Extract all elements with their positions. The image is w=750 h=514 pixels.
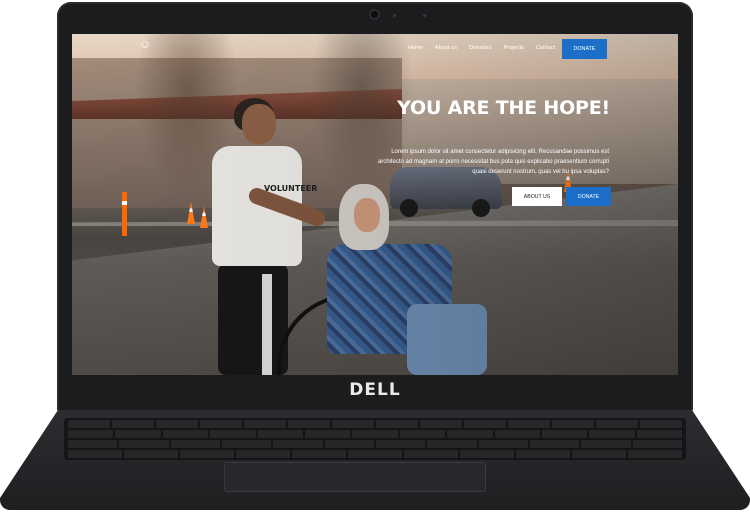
laptop-screen: ☺ Home About us Donators Projects Contac… [72,34,678,375]
sensor-dot-left [393,14,396,17]
nav-item-projects[interactable]: Projects [504,45,524,51]
nav-item-donators[interactable]: Donators [469,45,492,51]
touchpad [224,462,486,492]
main-navigation: Home About us Donators Projects Contact [408,45,555,51]
nav-item-home[interactable]: Home [408,45,423,51]
brand-logo: DELL [349,380,401,400]
nav-donate-button[interactable]: DONATE [562,39,607,59]
logo-icon[interactable]: ☺ [137,36,153,52]
keyboard [64,418,686,460]
hero-description: Lorem ipsum dolor sit amet consectetur a… [377,149,609,175]
donate-button[interactable]: DONATE [566,187,611,206]
nav-item-about[interactable]: About us [435,45,457,51]
webcam-icon [369,9,380,20]
about-us-button[interactable]: ABOUT US [512,187,562,206]
nav-item-contact[interactable]: Contact [536,45,555,51]
sensor-dot-right [423,14,426,17]
hero-title: YOU ARE THE HOPE! [397,97,610,119]
